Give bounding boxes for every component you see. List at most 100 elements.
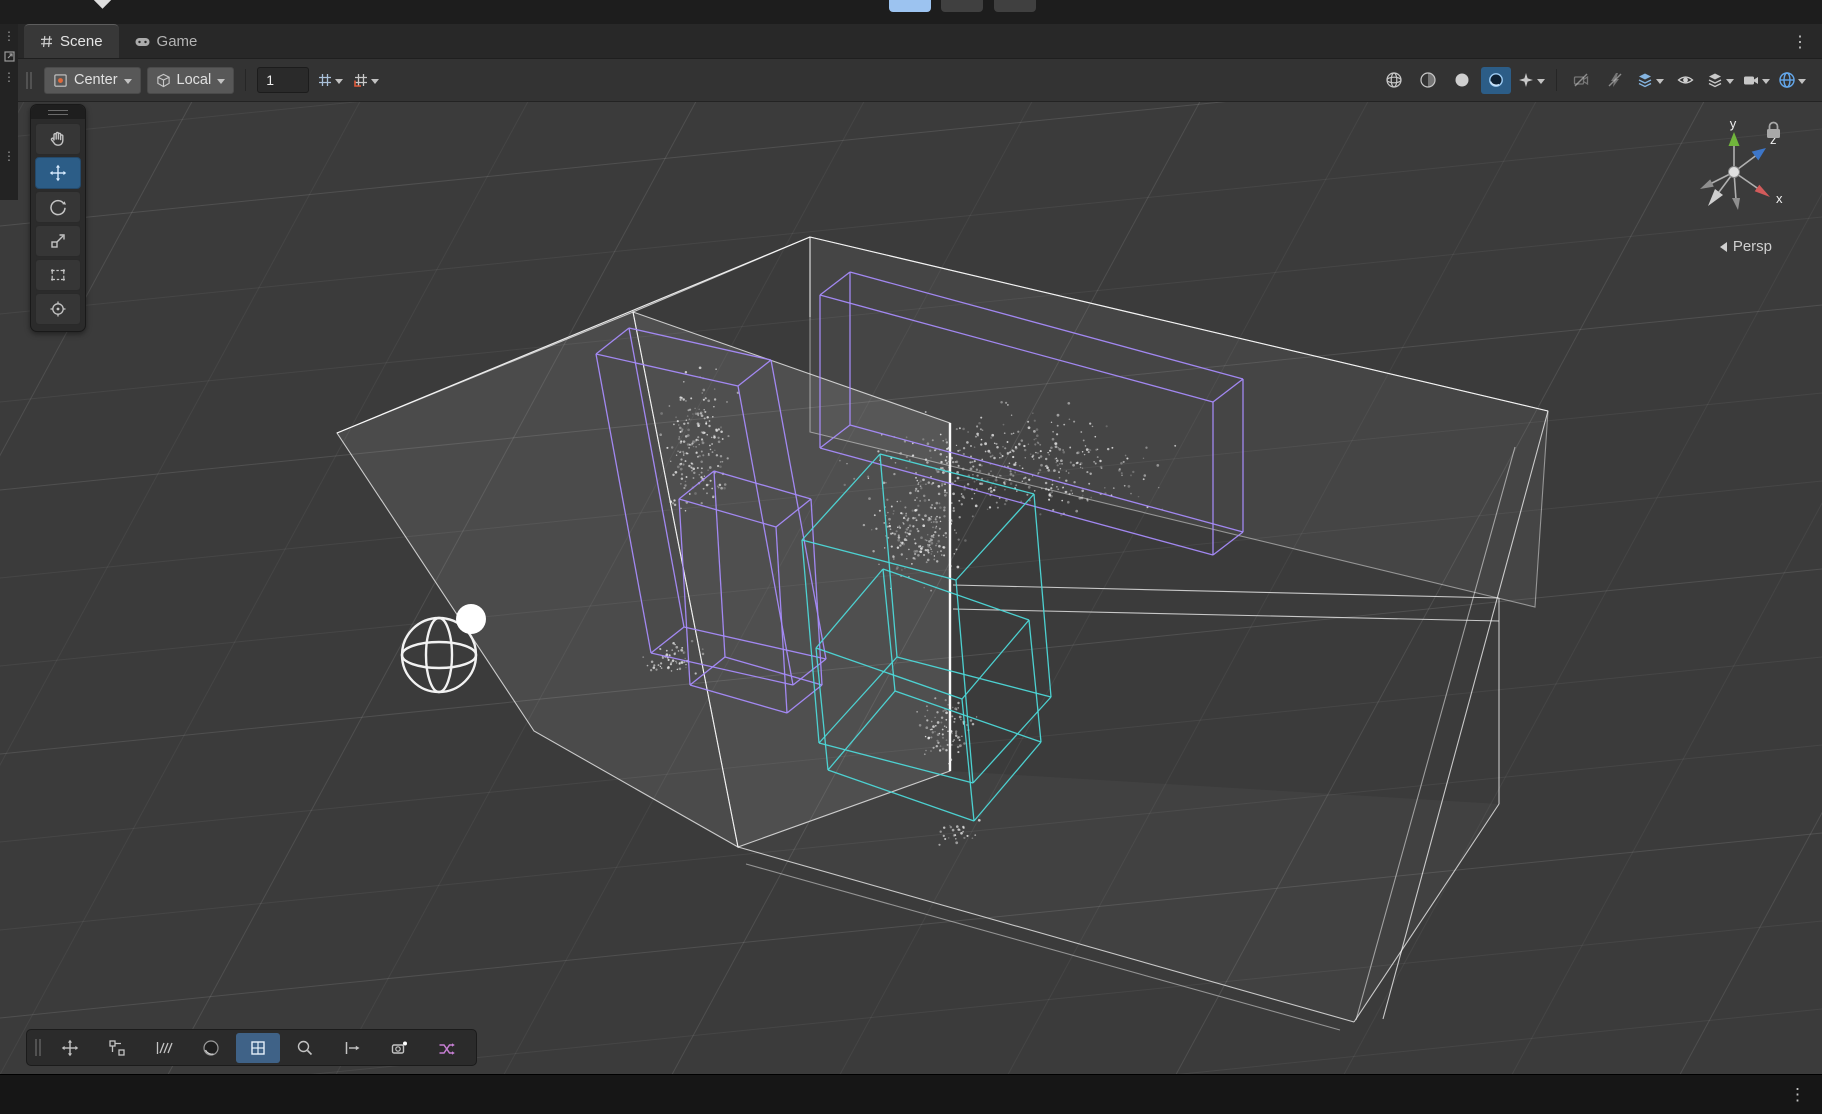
separator	[245, 69, 246, 91]
projection-toggle[interactable]: Persp	[1715, 238, 1772, 255]
toolbar-drag-handle[interactable]	[26, 72, 32, 89]
scene-lighting-muted-button[interactable]	[1600, 67, 1630, 94]
more-vertical-icon[interactable]: ⋮	[3, 71, 15, 83]
draw-mode-shaded-button[interactable]	[1413, 67, 1443, 94]
more-vertical-icon[interactable]: ⋮	[3, 30, 15, 42]
scene-canvas[interactable]: y z x	[0, 102, 1822, 1074]
room-wireframe	[337, 237, 1548, 1030]
cube-icon	[156, 73, 171, 88]
grid-snap-increment-toggle[interactable]	[351, 67, 381, 94]
measure-overlay-button[interactable]	[142, 1033, 186, 1063]
draw-mode-wireframe-button[interactable]	[1379, 67, 1409, 94]
grid-snap-toggle[interactable]	[315, 67, 345, 94]
step-button-fragment[interactable]	[994, 0, 1036, 12]
camera-record-overlay-button[interactable]	[377, 1033, 421, 1063]
pop-out-icon[interactable]	[4, 51, 15, 62]
tab-scene[interactable]: Scene	[24, 24, 119, 58]
chevron-down-icon	[1656, 79, 1664, 84]
palette-drag-handle[interactable]	[31, 105, 85, 119]
chevron-down-icon	[1798, 79, 1806, 84]
axis-neg-cone[interactable]	[1700, 179, 1714, 189]
view-hand-tool-button[interactable]	[35, 123, 81, 155]
particles-dropdown[interactable]	[1515, 67, 1547, 94]
gizmo-center[interactable]	[1729, 167, 1740, 178]
chevron-down-icon	[335, 79, 343, 84]
snap-move-icon	[343, 1039, 361, 1057]
pivot-mode-dropdown[interactable]: Center	[44, 67, 141, 94]
left-dock-rail: ⋮ ⋮ ⋮	[0, 24, 18, 200]
pivot-icon	[53, 73, 68, 88]
tab-label: Scene	[60, 33, 103, 50]
handle-orientation-dropdown[interactable]: Local	[147, 67, 235, 94]
orientation-label: Local	[177, 72, 212, 88]
axis-neg-cone[interactable]	[1732, 198, 1740, 210]
move-overlay-button[interactable]	[48, 1033, 92, 1063]
lock-icon[interactable]	[1767, 123, 1780, 139]
chevron-down-icon	[1537, 79, 1545, 84]
status-more-menu-icon[interactable]: ⋮	[1789, 1085, 1806, 1105]
scene-viewport[interactable]: y z x	[0, 102, 1822, 1074]
axis-z-cone[interactable]	[1752, 148, 1766, 160]
rect-tool-button[interactable]	[35, 259, 81, 291]
grid-box-icon	[249, 1039, 267, 1057]
anchor-overlay-button[interactable]	[95, 1033, 139, 1063]
transform-tool-button[interactable]	[35, 293, 81, 325]
scene-effects-toggle[interactable]	[1481, 67, 1511, 94]
effects-toggle-icon	[1487, 71, 1505, 89]
view-tab-bar: Scene Game ⋮	[0, 24, 1822, 59]
camera-icon	[1742, 71, 1760, 89]
layers-dropdown[interactable]	[1704, 67, 1736, 94]
axis-x-cone[interactable]	[1755, 185, 1770, 197]
hand-icon	[49, 130, 67, 148]
axis-x-label: x	[1776, 191, 1783, 206]
light-probe-gizmo[interactable]	[402, 604, 486, 692]
overlay-toolbar	[26, 1029, 477, 1066]
status-bar: ⋮	[0, 1074, 1822, 1114]
pause-button-fragment[interactable]	[941, 0, 983, 12]
scale-icon	[49, 232, 67, 250]
scale-tool-button[interactable]	[35, 225, 81, 257]
axis-y-cone[interactable]	[1729, 132, 1740, 146]
scene-lighting-button[interactable]	[1447, 67, 1477, 94]
chevron-down-icon	[217, 79, 225, 84]
chevron-down-icon	[1762, 79, 1770, 84]
unity-cursor-fragment	[93, 0, 111, 9]
more-vertical-icon[interactable]: ⋮	[3, 150, 15, 162]
toolbar-drag-handle[interactable]	[35, 1039, 41, 1056]
scene-camera-settings-dropdown[interactable]	[1740, 67, 1772, 94]
grid-snap-icon	[317, 72, 333, 88]
rotate-tool-button[interactable]	[35, 191, 81, 223]
projection-label: Persp	[1733, 238, 1772, 255]
layers-blue-icon	[1636, 71, 1654, 89]
chevron-down-icon	[1726, 79, 1734, 84]
zoom-overlay-button[interactable]	[283, 1033, 327, 1063]
grid-size-input[interactable]	[257, 67, 309, 93]
sun-dot	[456, 604, 486, 634]
tab-game[interactable]: Game	[119, 24, 214, 58]
scene-globe-icon	[1778, 71, 1796, 89]
scene-visibility-toggle[interactable]	[1670, 67, 1700, 94]
scene-visibility-layers-dropdown[interactable]	[1634, 67, 1666, 94]
grid-box-overlay-button[interactable]	[236, 1033, 280, 1063]
snap-move-overlay-button[interactable]	[330, 1033, 374, 1063]
scene-toolbar-right	[1379, 67, 1808, 94]
gamepad-icon	[135, 36, 150, 47]
zoom-icon	[296, 1039, 314, 1057]
shaded-sphere-icon	[1419, 71, 1437, 89]
axis-neg-cone[interactable]	[1708, 189, 1723, 206]
sphere-icon	[202, 1039, 220, 1057]
play-button-fragment[interactable]	[889, 0, 931, 12]
scene-camera-muted-button[interactable]	[1566, 67, 1596, 94]
tool-palette	[30, 104, 86, 332]
scene-view-options-dropdown[interactable]	[1776, 67, 1808, 94]
particles-icon	[1517, 71, 1535, 89]
tab-more-menu-icon[interactable]: ⋮	[1792, 32, 1808, 52]
move-tool-button[interactable]	[35, 157, 81, 189]
move-icon	[61, 1039, 79, 1057]
measure-icon	[155, 1039, 173, 1057]
chevron-down-icon	[371, 79, 379, 84]
sphere-overlay-button[interactable]	[189, 1033, 233, 1063]
shuffle-overlay-button[interactable]	[424, 1033, 468, 1063]
lighting-muted-icon	[1606, 71, 1624, 89]
tab-label: Game	[157, 33, 198, 50]
